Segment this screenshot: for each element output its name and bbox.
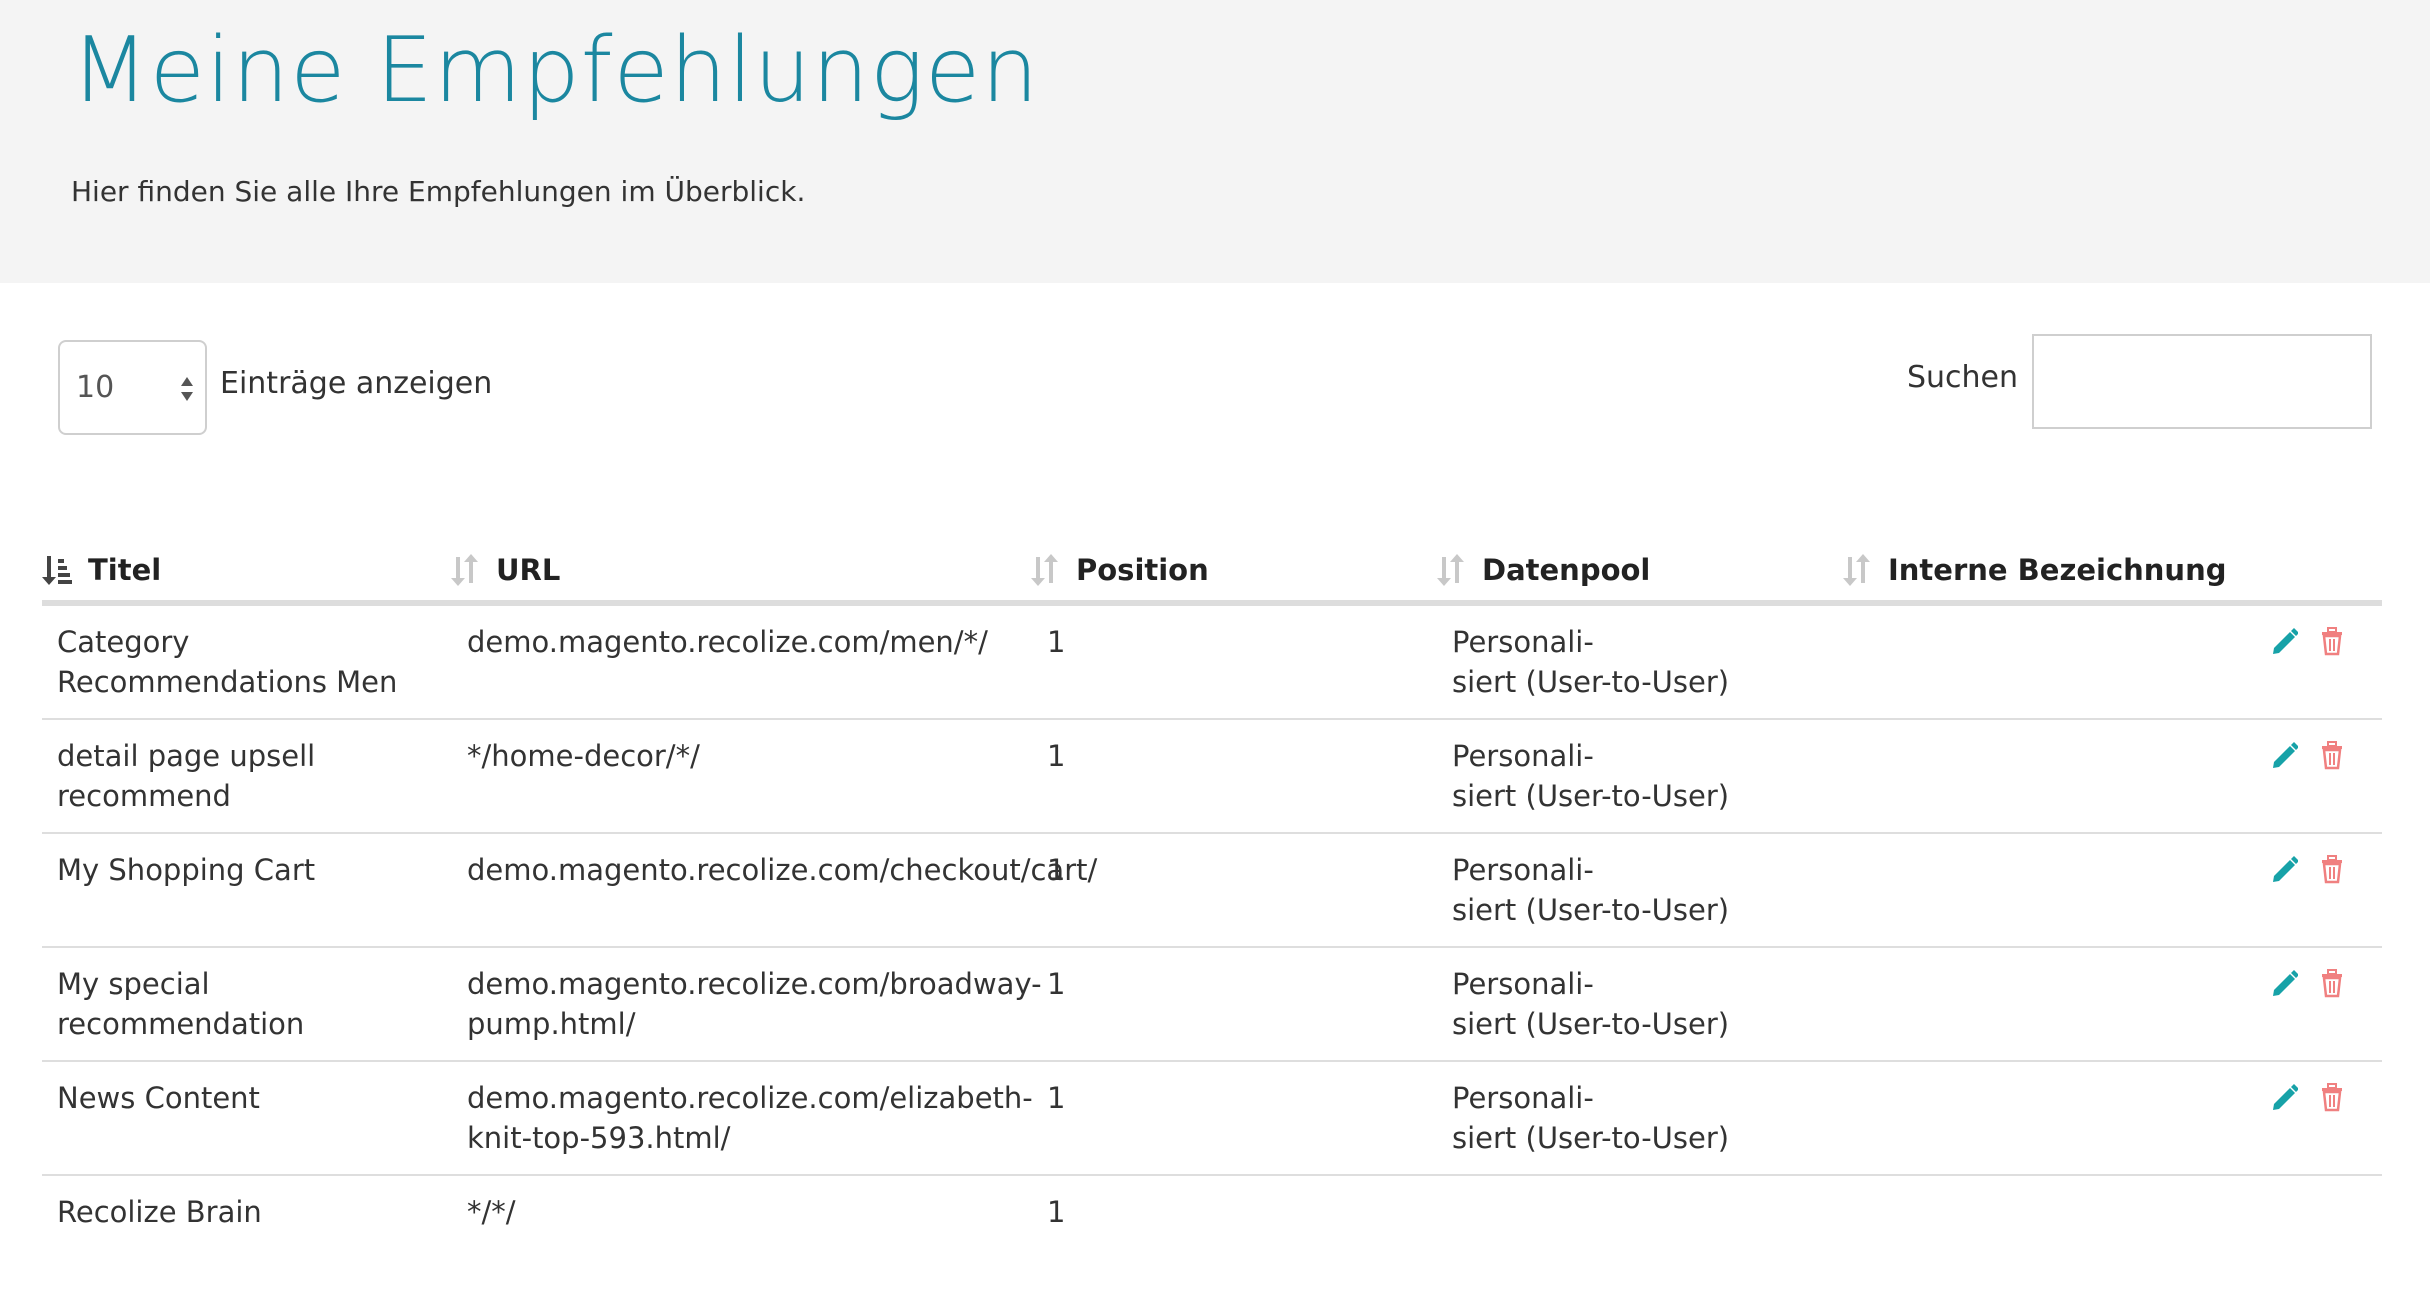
sort-asc-icon bbox=[42, 556, 72, 585]
column-label: Interne Bezeichnung bbox=[1888, 553, 2227, 587]
cell-datenpool: Personali- siert (User-to-User) bbox=[1452, 967, 1730, 1041]
column-label: URL bbox=[496, 553, 561, 587]
entries-length-select[interactable]: 10 bbox=[58, 340, 207, 435]
trash-icon[interactable] bbox=[2318, 968, 2346, 998]
cell-title: Recolize Brain bbox=[57, 1195, 262, 1229]
table-row: My special recommendation demo.magento.re… bbox=[42, 948, 2382, 1062]
trash-icon[interactable] bbox=[2318, 1082, 2346, 1112]
row-actions bbox=[2270, 968, 2346, 998]
trash-icon[interactable] bbox=[2318, 854, 2346, 884]
column-label: Titel bbox=[88, 553, 162, 587]
pencil-icon[interactable] bbox=[2270, 1082, 2299, 1112]
row-actions bbox=[2270, 740, 2346, 770]
cell-position: 1 bbox=[1047, 967, 1066, 1001]
table-row: Recolize Brain */*/ 1 bbox=[42, 1176, 2382, 1290]
cell-url: */home-decor/*/ bbox=[467, 739, 700, 773]
table-row: Category Recommendations Men demo.magento… bbox=[42, 606, 2382, 720]
cell-datenpool: Personali- siert (User-to-User) bbox=[1452, 1081, 1730, 1155]
search-label: Suchen bbox=[1906, 360, 2018, 395]
entries-length-value: 10 bbox=[76, 370, 115, 405]
cell-datenpool: Personali- siert (User-to-User) bbox=[1452, 853, 1730, 927]
pencil-icon[interactable] bbox=[2270, 740, 2299, 770]
cell-position: 1 bbox=[1047, 625, 1066, 659]
cell-title: detail page upsell recommend bbox=[57, 739, 316, 813]
column-header-titel[interactable]: Titel bbox=[42, 550, 161, 590]
cell-title: My Shopping Cart bbox=[57, 853, 316, 887]
cell-url: */*/ bbox=[467, 1195, 516, 1229]
cell-url: demo.magento.recolize.com/elizabeth-knit… bbox=[467, 1081, 1033, 1155]
cell-position: 1 bbox=[1047, 1081, 1066, 1115]
cell-datenpool: Personali- siert (User-to-User) bbox=[1452, 625, 1730, 699]
table-row: News Content demo.magento.recolize.com/el… bbox=[42, 1062, 2382, 1176]
sort-icon bbox=[1437, 554, 1464, 586]
table-row: detail page upsell recommend */home-decor… bbox=[42, 720, 2382, 834]
row-actions bbox=[2270, 626, 2346, 656]
page-subtitle: Hier finden Sie alle Ihre Empfehlungen i… bbox=[71, 175, 806, 208]
cell-url: demo.magento.recolize.com/men/*/ bbox=[467, 625, 988, 659]
cell-title: Category Recommendations Men bbox=[57, 625, 398, 699]
pencil-icon[interactable] bbox=[2270, 626, 2299, 656]
page-title: Meine Empfehlungen bbox=[71, 18, 1040, 123]
column-label: Position bbox=[1076, 553, 1209, 587]
row-actions bbox=[2270, 1082, 2346, 1112]
page-header: Meine Empfehlungen Hier finden Sie alle … bbox=[0, 0, 2430, 283]
pencil-icon[interactable] bbox=[2270, 968, 2299, 998]
sort-icon bbox=[1843, 554, 1870, 586]
column-header-interne-bezeichnung[interactable]: Interne Bezeichnung bbox=[1842, 550, 2226, 590]
row-actions bbox=[2270, 854, 2346, 884]
cell-url: demo.magento.recolize.com/checkout/cart/ bbox=[467, 853, 1098, 887]
sort-icon bbox=[1031, 554, 1058, 586]
entries-length-label: Einträge anzeigen bbox=[220, 366, 493, 401]
table-row: My Shopping Cart demo.magento.recolize.co… bbox=[42, 834, 2382, 948]
cell-position: 1 bbox=[1047, 739, 1066, 773]
trash-icon[interactable] bbox=[2318, 626, 2346, 656]
cell-title: My special recommendation bbox=[57, 967, 305, 1041]
column-label: Datenpool bbox=[1482, 553, 1651, 587]
pencil-icon[interactable] bbox=[2270, 854, 2299, 884]
table-header: Titel URL Position Datenpool Interne Bez… bbox=[42, 530, 2382, 606]
table-body: Category Recommendations Men demo.magento… bbox=[42, 606, 2382, 1290]
select-arrows-icon bbox=[181, 377, 193, 401]
column-header-position[interactable]: Position bbox=[1030, 550, 1209, 590]
cell-title: News Content bbox=[57, 1081, 260, 1115]
cell-position: 1 bbox=[1047, 853, 1066, 887]
cell-datenpool: Personali- siert (User-to-User) bbox=[1452, 739, 1730, 813]
trash-icon[interactable] bbox=[2318, 740, 2346, 770]
search-input[interactable] bbox=[2032, 334, 2372, 429]
column-header-datenpool[interactable]: Datenpool bbox=[1436, 550, 1650, 590]
recommendations-table: Titel URL Position Datenpool Interne Bez… bbox=[42, 530, 2382, 1290]
cell-url: demo.magento.recolize.com/broadway-pump.… bbox=[467, 967, 1042, 1041]
cell-position: 1 bbox=[1047, 1195, 1066, 1229]
column-header-url[interactable]: URL bbox=[450, 550, 560, 590]
sort-icon bbox=[451, 554, 478, 586]
